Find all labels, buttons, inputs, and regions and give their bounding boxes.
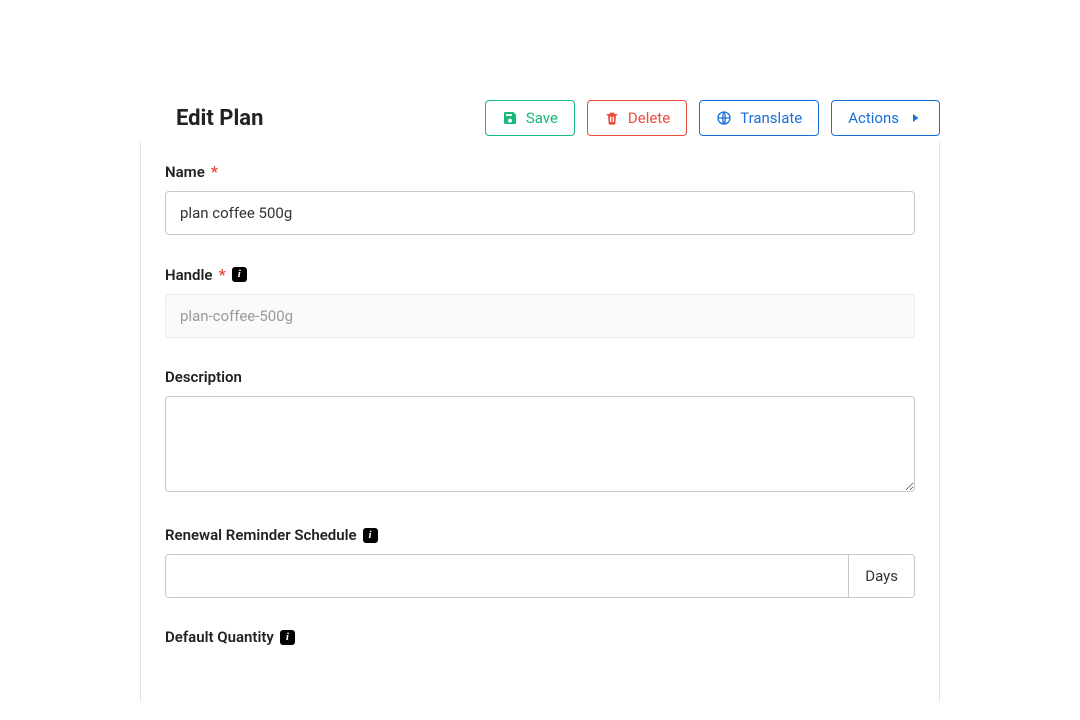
info-icon[interactable]: i <box>363 528 378 543</box>
info-icon[interactable]: i <box>232 267 247 282</box>
renewal-input[interactable] <box>166 555 848 597</box>
page-header: Edit Plan Save Delete Translate <box>140 100 940 136</box>
default-quantity-label: Default Quantity <box>165 628 274 646</box>
handle-input[interactable] <box>165 294 915 338</box>
description-input[interactable] <box>165 396 915 492</box>
name-field-group: Name * <box>165 162 915 235</box>
description-field-group: Description <box>165 368 915 496</box>
handle-label: Handle <box>165 266 212 284</box>
globe-icon <box>716 110 732 126</box>
save-button-label: Save <box>526 109 558 127</box>
delete-button[interactable]: Delete <box>587 100 687 136</box>
handle-field-group: Handle * i <box>165 265 915 338</box>
default-quantity-field-group: Default Quantity i <box>165 628 915 646</box>
name-label: Name <box>165 163 205 181</box>
delete-button-label: Delete <box>628 109 670 127</box>
trash-icon <box>604 110 620 126</box>
actions-button-label: Actions <box>848 109 899 127</box>
save-icon <box>502 110 518 126</box>
required-marker: * <box>218 265 225 284</box>
caret-right-icon <box>907 110 923 126</box>
translate-button-label: Translate <box>740 109 802 127</box>
translate-button[interactable]: Translate <box>699 100 819 136</box>
save-button[interactable]: Save <box>485 100 575 136</box>
renewal-unit-addon: Days <box>848 555 914 597</box>
action-buttons: Save Delete Translate Actions <box>485 100 940 136</box>
actions-button[interactable]: Actions <box>831 100 940 136</box>
renewal-field-group: Renewal Reminder Schedule i Days <box>165 526 915 598</box>
renewal-label: Renewal Reminder Schedule <box>165 526 357 544</box>
info-icon[interactable]: i <box>280 630 295 645</box>
required-marker: * <box>211 162 218 181</box>
description-label: Description <box>165 368 242 386</box>
name-input[interactable] <box>165 191 915 235</box>
renewal-input-group: Days <box>165 554 915 598</box>
form-panel: Name * Handle * i Description Renewal Re… <box>140 142 940 702</box>
page-title: Edit Plan <box>176 106 263 131</box>
